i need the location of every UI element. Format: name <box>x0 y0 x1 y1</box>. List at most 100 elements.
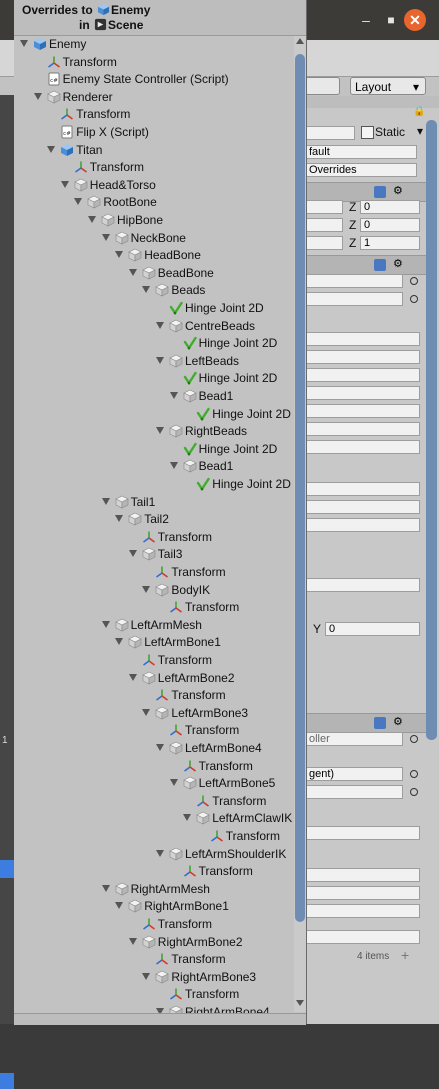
foldout-arrow-icon[interactable] <box>33 92 42 100</box>
property-field[interactable] <box>305 368 420 382</box>
foldout-arrow-icon[interactable] <box>20 40 28 47</box>
object-picker-icon[interactable] <box>410 788 418 796</box>
agent-field[interactable]: gent) <box>305 767 403 781</box>
foldout-arrow-icon[interactable] <box>115 902 124 910</box>
foldout-arrow-icon[interactable] <box>169 779 178 787</box>
tree-row[interactable]: Transform <box>14 951 294 969</box>
object-field[interactable] <box>305 274 403 288</box>
help-icon[interactable] <box>374 717 386 729</box>
transform-component-header[interactable]: ⚙ <box>305 182 427 202</box>
overrides-dropdown[interactable]: Overrides <box>305 163 417 177</box>
tree-row[interactable]: Hinge Joint 2D <box>14 300 294 318</box>
property-field[interactable] <box>305 386 420 400</box>
tree-row[interactable]: Hinge Joint 2D <box>14 406 294 424</box>
tree-row[interactable]: c# Flip X (Script) <box>14 124 294 142</box>
foldout-arrow-icon[interactable] <box>101 620 110 628</box>
tree-row[interactable]: Transform <box>14 758 294 776</box>
tree-row[interactable]: CentreBeads <box>14 318 294 336</box>
help-icon[interactable] <box>374 259 386 271</box>
controller-field[interactable]: oller <box>305 732 403 746</box>
tree-row[interactable]: HeadBone <box>14 247 294 265</box>
tree-row[interactable]: Transform <box>14 652 294 670</box>
y-field[interactable]: 0 <box>325 622 420 636</box>
tree-row[interactable]: LeftArmBone1 <box>14 634 294 652</box>
popup-scrollbar[interactable] <box>294 36 306 1012</box>
foldout-arrow-icon[interactable] <box>128 268 137 276</box>
tree-row[interactable]: Tail3 <box>14 546 294 564</box>
tag-dropdown[interactable]: fault <box>305 145 417 159</box>
property-field[interactable] <box>305 332 420 346</box>
settings-icon[interactable]: ⚙ <box>393 257 403 270</box>
tree-row[interactable]: NeckBone <box>14 230 294 248</box>
foldout-arrow-icon[interactable] <box>115 251 124 259</box>
foldout-arrow-icon[interactable] <box>88 216 96 223</box>
tree-row[interactable]: LeftArmBone4 <box>14 740 294 758</box>
settings-icon[interactable]: ⚙ <box>393 715 403 728</box>
tree-row[interactable]: LeftArmClawIK <box>14 810 294 828</box>
foldout-arrow-icon[interactable] <box>142 286 151 294</box>
property-field[interactable] <box>305 518 420 532</box>
tree-row[interactable]: LeftArmBone2 <box>14 670 294 688</box>
tree-row[interactable]: LeftBeads <box>14 353 294 371</box>
rotation-z-field[interactable]: 0 <box>360 218 420 232</box>
tree-row[interactable]: Hinge Joint 2D <box>14 441 294 459</box>
object-picker-icon[interactable] <box>410 735 418 743</box>
tree-row[interactable]: HipBone <box>14 212 294 230</box>
property-field[interactable] <box>305 350 420 364</box>
property-field[interactable] <box>305 868 420 882</box>
tree-row[interactable]: Transform <box>14 159 294 177</box>
property-field[interactable] <box>305 404 420 418</box>
object-picker-icon[interactable] <box>410 770 418 778</box>
tree-row[interactable]: Transform <box>14 106 294 124</box>
foldout-arrow-icon[interactable] <box>169 462 178 470</box>
maximize-icon[interactable]: ■ <box>380 9 402 31</box>
foldout-arrow-icon[interactable] <box>128 550 137 558</box>
tree-row[interactable]: Hinge Joint 2D <box>14 370 294 388</box>
foldout-arrow-icon[interactable] <box>101 884 110 892</box>
scroll-down-icon[interactable] <box>296 1000 304 1006</box>
object-name-field[interactable] <box>305 126 355 140</box>
lock-icon[interactable]: 🔒 <box>413 106 425 117</box>
tree-row[interactable]: Beads <box>14 282 294 300</box>
tree-row[interactable]: Tail1 <box>14 494 294 512</box>
foldout-arrow-icon[interactable] <box>156 427 164 435</box>
minimize-icon[interactable]: – <box>355 9 377 31</box>
rotation-y-field[interactable] <box>305 218 343 232</box>
position-z-field[interactable]: 0 <box>360 200 420 214</box>
foldout-arrow-icon[interactable] <box>156 849 164 857</box>
inspector-scrollbar[interactable] <box>426 120 437 740</box>
foldout-arrow-icon[interactable] <box>47 145 56 153</box>
object-picker-icon[interactable] <box>410 295 418 303</box>
foldout-arrow-icon[interactable] <box>101 233 110 241</box>
scale-z-field[interactable]: 1 <box>360 236 420 250</box>
tree-row[interactable]: Tail2 <box>14 511 294 529</box>
tree-row[interactable]: RightArmMesh <box>14 881 294 899</box>
tree-row[interactable]: Transform <box>14 687 294 705</box>
foldout-arrow-icon[interactable] <box>128 673 137 681</box>
tree-row[interactable]: RightArmBone3 <box>14 969 294 987</box>
tree-row[interactable]: LeftArmShoulderIK <box>14 846 294 864</box>
property-field[interactable] <box>305 904 420 918</box>
settings-icon[interactable]: ⚙ <box>393 184 403 197</box>
help-icon[interactable] <box>374 186 386 198</box>
tree-row[interactable]: Head&Torso <box>14 177 294 195</box>
tree-row[interactable]: Bead1 <box>14 458 294 476</box>
tree-row[interactable]: LeftArmBone5 <box>14 775 294 793</box>
tree-row[interactable]: Transform <box>14 793 294 811</box>
add-item-icon[interactable]: + <box>401 947 409 963</box>
foldout-arrow-icon[interactable] <box>156 321 164 329</box>
tree-row[interactable]: Titan <box>14 142 294 160</box>
foldout-arrow-icon[interactable] <box>101 497 110 505</box>
property-field[interactable] <box>305 930 420 944</box>
scroll-thumb[interactable] <box>295 54 305 922</box>
tree-row[interactable]: Transform <box>14 529 294 547</box>
foldout-arrow-icon[interactable] <box>142 585 151 593</box>
dropdown-field[interactable] <box>305 826 420 840</box>
foldout-arrow-icon[interactable] <box>115 638 124 646</box>
tree-row[interactable]: RightBeads <box>14 423 294 441</box>
tree-row[interactable]: Renderer <box>14 89 294 107</box>
static-checkbox[interactable] <box>361 126 374 139</box>
foldout-arrow-icon[interactable] <box>115 515 124 523</box>
tree-row[interactable]: c# Enemy State Controller (Script) <box>14 71 294 89</box>
tree-row[interactable]: Enemy <box>14 36 294 54</box>
